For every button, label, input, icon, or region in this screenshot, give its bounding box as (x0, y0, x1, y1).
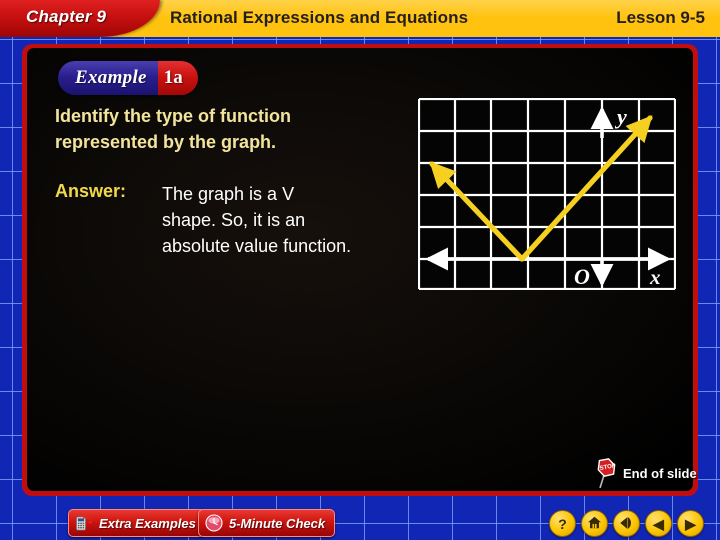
example-badge-number-part: 1a (157, 61, 198, 95)
extra-examples-button[interactable]: Extra Examples (68, 509, 206, 537)
next-button[interactable]: ▶ (677, 510, 704, 537)
previous-button[interactable]: ◀ (645, 510, 672, 537)
back-button[interactable] (613, 510, 640, 537)
right-arrow-icon: ▶ (685, 515, 696, 532)
question-mark-icon: ? (558, 515, 567, 532)
five-minute-check-button[interactable]: 5-Minute Check (198, 509, 336, 537)
header-bar: Chapter 9 Rational Expressions and Equat… (0, 0, 720, 37)
home-icon (587, 516, 602, 531)
origin-label: O (574, 264, 590, 289)
graph-svg: y x O (417, 97, 677, 291)
answer-label: Answer: (55, 181, 127, 201)
lesson-title: Rational Expressions and Equations (170, 8, 469, 27)
stop-sign-icon: STOP (592, 458, 620, 489)
lesson-number: Lesson 9-5 (616, 8, 705, 27)
home-button[interactable] (581, 510, 608, 537)
coordinate-graph: y x O (417, 97, 677, 291)
slide-canvas: Chapter 9 Rational Expressions and Equat… (0, 0, 720, 540)
five-minute-check-label: 5-Minute Check (229, 515, 326, 531)
answer-text: The graph is a V shape. So, it is an abs… (162, 184, 352, 256)
x-axis-label: x (649, 265, 661, 289)
chapter-label: Chapter 9 (26, 7, 107, 26)
help-button[interactable]: ? (549, 510, 576, 537)
example-badge-number: 1a (163, 67, 183, 88)
calculator-icon (74, 513, 94, 533)
example-badge-word: Example (75, 67, 147, 88)
clock-icon (204, 513, 224, 533)
example-badge-word-part: Example (58, 61, 158, 95)
question-text: Identify the type of function represente… (55, 106, 291, 152)
extra-examples-label: Extra Examples (99, 515, 196, 531)
end-of-slide-label: End of slide (623, 465, 697, 481)
end-of-slide-indicator: STOP End of slide (592, 458, 697, 489)
left-arrow-icon: ◀ (653, 515, 664, 532)
back-arrow-icon (619, 516, 634, 532)
example-badge: Example 1a (58, 61, 198, 95)
